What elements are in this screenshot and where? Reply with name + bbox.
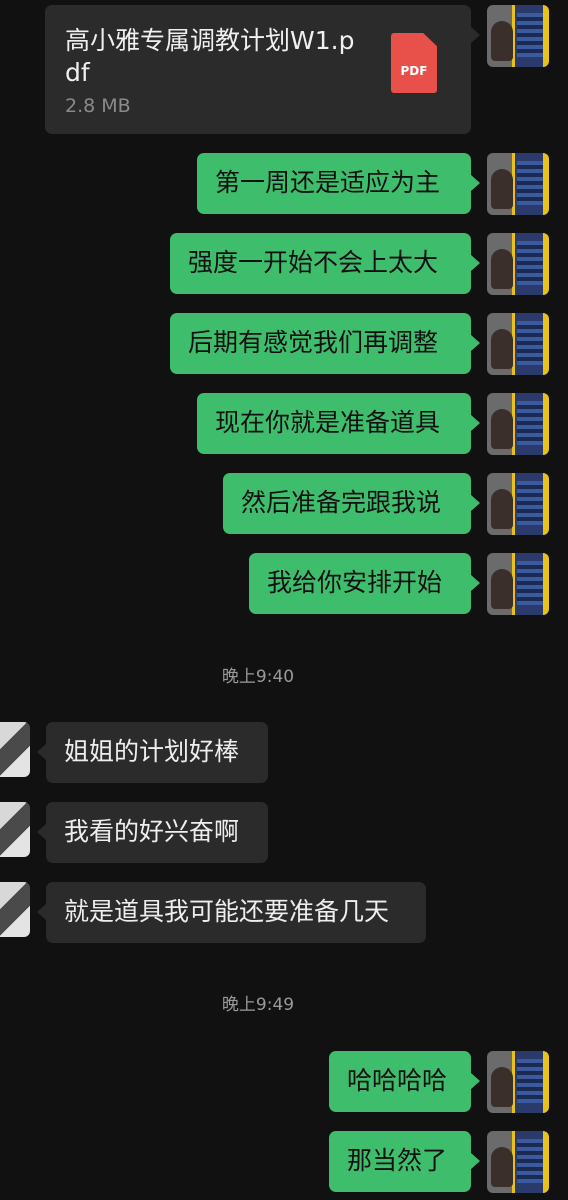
file-size: 2.8 MB bbox=[65, 95, 131, 117]
sender-avatar[interactable] bbox=[487, 313, 549, 375]
message-timestamp: 晚上9:40 bbox=[221, 667, 295, 687]
incoming-message[interactable]: 姐姐的计划好棒 bbox=[37, 722, 268, 783]
outgoing-message[interactable]: 那当然了 bbox=[329, 1131, 480, 1192]
sender-avatar[interactable] bbox=[487, 393, 549, 455]
message-timestamp: 晚上9:49 bbox=[221, 995, 295, 1015]
contact-avatar[interactable] bbox=[0, 722, 30, 777]
contact-avatar[interactable] bbox=[0, 882, 30, 937]
pdf-icon-label: PDF bbox=[400, 64, 428, 78]
sender-avatar[interactable] bbox=[487, 233, 549, 295]
sender-avatar[interactable] bbox=[487, 153, 549, 215]
outgoing-message[interactable]: 然后准备完跟我说 bbox=[223, 473, 480, 534]
contact-avatar[interactable] bbox=[0, 802, 30, 857]
outgoing-message[interactable]: 第一周还是适应为主 bbox=[197, 153, 480, 214]
incoming-message[interactable]: 我看的好兴奋啊 bbox=[37, 802, 268, 863]
sender-avatar[interactable] bbox=[487, 473, 549, 535]
outgoing-message[interactable]: 哈哈哈哈 bbox=[329, 1051, 480, 1112]
pdf-file-icon bbox=[391, 33, 437, 93]
sender-avatar[interactable] bbox=[487, 553, 549, 615]
file-name: 高小雅专属调教计划W1.pdf bbox=[65, 26, 355, 87]
sender-avatar[interactable] bbox=[487, 5, 549, 67]
sender-avatar[interactable] bbox=[487, 1051, 549, 1113]
outgoing-message[interactable]: 我给你安排开始 bbox=[249, 553, 480, 614]
outgoing-message[interactable]: 后期有感觉我们再调整 bbox=[170, 313, 480, 374]
sender-avatar[interactable] bbox=[487, 1131, 549, 1193]
file-message-card[interactable]: 高小雅专属调教计划W1.pdf 2.8 MB PDF bbox=[45, 5, 480, 134]
outgoing-message[interactable]: 现在你就是准备道具 bbox=[197, 393, 480, 454]
outgoing-message[interactable]: 强度一开始不会上太大 bbox=[170, 233, 480, 294]
incoming-message[interactable]: 就是道具我可能还要准备几天 bbox=[37, 882, 426, 943]
